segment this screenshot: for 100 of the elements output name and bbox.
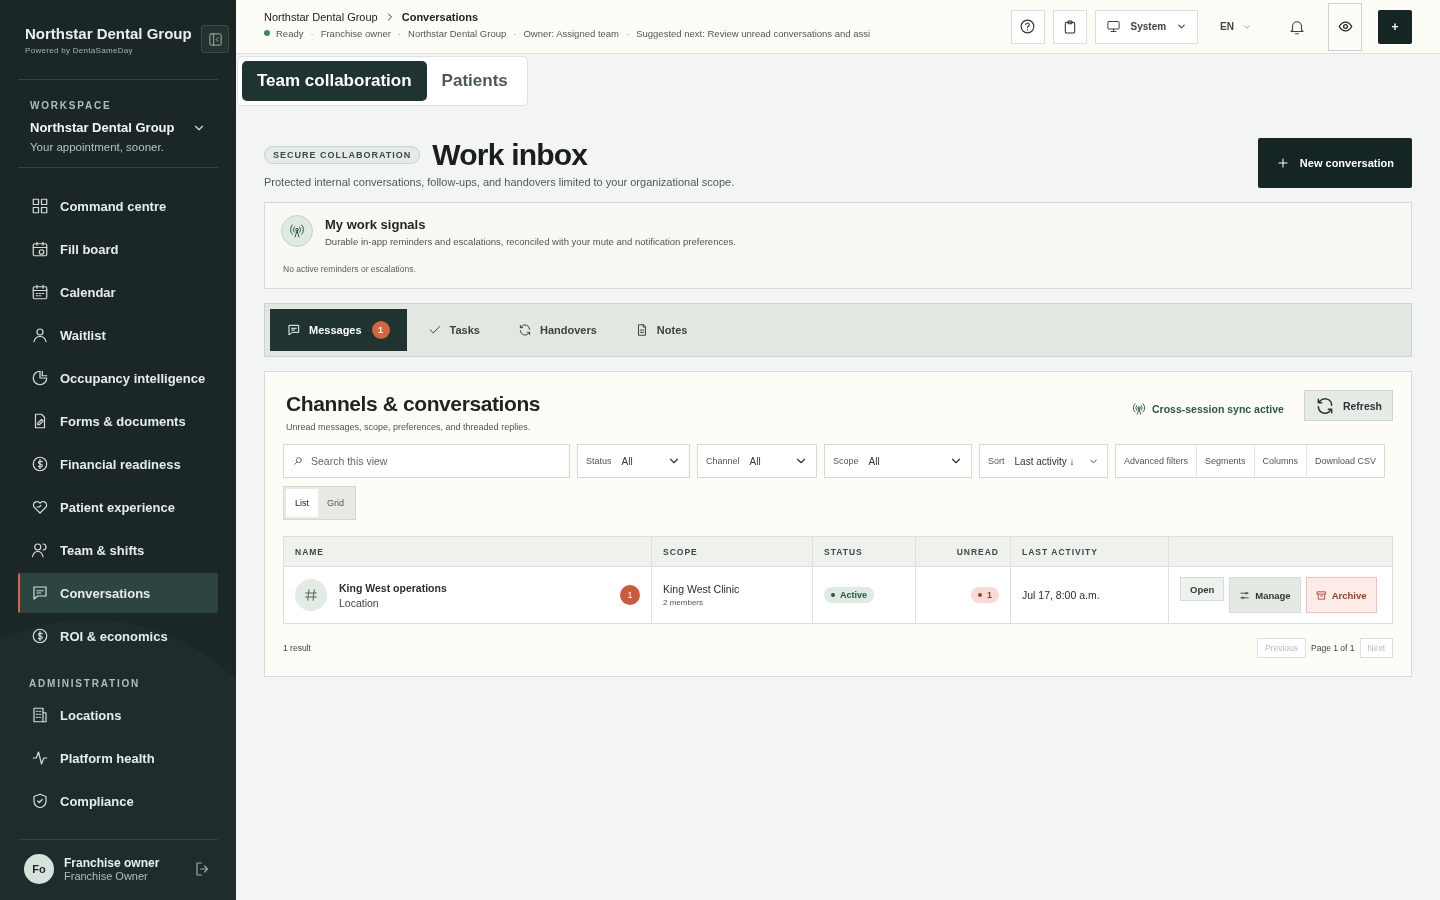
user-role: Franchise Owner [64,870,149,882]
clipboard-button[interactable] [1052,9,1087,44]
table-cell: King West Clinic [663,583,740,595]
nav-item[interactable]: Waitlist [18,315,218,355]
toolbar-button[interactable]: Download CSV [1307,445,1385,477]
column-header: LAST ACTIVITY [1022,546,1098,557]
unread-count: 1 [971,587,999,603]
separator-dot: · [397,27,402,39]
sync-status: Cross-session sync active [1132,402,1284,416]
separator-dot: · [310,27,314,39]
row-action-button[interactable]: Archive [1305,577,1377,613]
result-count: 1 result [283,643,311,653]
status-text: Suggested next: Review unread conversations and assi [636,27,871,39]
chat-icon [31,584,49,602]
antenna-icon [1132,402,1146,416]
section-label: ADMINISTRATION [29,678,142,689]
heart-icon [31,498,49,516]
collapse-sidebar-button[interactable] [201,25,229,53]
row-action-button[interactable]: Open [1180,577,1225,601]
grid-icon [31,197,49,215]
content-tab[interactable]: Handovers [500,309,614,351]
content-tab[interactable]: Messages 1 [270,309,407,351]
archive-icon [1315,589,1327,601]
content-tab[interactable]: Notes [617,309,705,351]
nav-item[interactable]: Financial readiness [18,444,218,484]
column-header: NAME [295,546,325,557]
status-badge: Active [824,587,874,603]
filter-dropdown[interactable]: Sort Last activity ↓ [979,444,1108,478]
help-button[interactable] [1010,9,1045,44]
workspace-selector[interactable]: Northstar Dental Group [30,120,218,135]
section-badge: SECURE COLLABORATION [264,146,421,164]
plus-icon [1275,156,1290,170]
calendar-icon [31,283,49,301]
add-button[interactable]: + [1378,9,1412,44]
view-toggle[interactable]: Grid [318,489,354,517]
new-conversation-button[interactable]: New conversation [1257,138,1412,188]
mode-tab[interactable]: Patients [426,61,523,101]
chevron-down-icon [1176,21,1188,32]
nav-item[interactable]: Command centre [18,186,218,226]
breadcrumb-current: Conversations [401,10,479,23]
refresh-icon [517,323,532,337]
collapse-sidebar-icon [207,31,223,47]
content-tab[interactable]: Tasks [410,309,497,351]
conversation-type: Location [339,596,380,609]
nav-item[interactable]: Patient experience [18,487,218,527]
pie-chart-icon [31,369,49,387]
dollar-icon [31,455,49,473]
page-subtitle: Protected internal conversations, follow-ups, and handovers limited to your organizational scope. [264,176,736,188]
nav-item[interactable]: Team & shifts [18,530,218,570]
row-action-button[interactable]: Manage [1229,577,1301,613]
column-header: UNREAD [956,546,999,557]
column-header: SCOPE [663,546,698,557]
powered-by-text: Powered by DentaSameDay [25,46,134,55]
nav-item[interactable]: Conversations [18,573,218,613]
column-header: STATUS [824,546,863,557]
nav-item[interactable]: Fill board [18,229,218,269]
eye-icon [1337,19,1353,34]
separator-dot: · [513,27,517,39]
toolbar-button[interactable]: Advanced filters [1116,445,1198,477]
mode-tab[interactable]: Team collaboration [242,61,427,101]
workspace-tagline: Your appointment, sooner. [30,141,165,153]
empty-state-text: No active reminders or escalations. [283,264,417,274]
nav-item[interactable]: Locations [18,695,218,735]
panel-subtitle: Unread messages, scope, preferences, and threaded replies. [286,422,532,432]
preview-button[interactable] [1328,2,1362,51]
building-icon [31,706,49,724]
nav-item[interactable]: Calendar [18,272,218,312]
filter-dropdown[interactable]: Scope All [824,444,972,478]
toolbar-button[interactable]: Segments [1197,445,1255,477]
checkmark-icon [427,323,442,337]
view-toggle[interactable]: List [286,489,318,517]
separator-dot: · [626,27,630,39]
language-selector[interactable]: EN [1206,21,1266,32]
calendar-clock-icon [31,240,49,258]
chat-icon [287,323,301,337]
conversation-name[interactable]: King West operations [339,581,447,594]
breadcrumb-link[interactable]: Northstar Dental Group [264,10,378,23]
hash-icon [303,587,319,603]
dollar-icon [31,627,49,645]
toolbar-button[interactable]: Columns [1254,445,1308,477]
theme-selector[interactable]: System [1094,9,1199,44]
refresh-button[interactable]: Refresh [1303,390,1393,421]
filter-dropdown[interactable]: Channel All [697,444,817,478]
nav-item[interactable]: Forms & documents [18,401,218,441]
search-field[interactable]: Search this view [283,444,570,478]
brand-name: Northstar Dental Group [25,25,192,42]
status-dot [264,30,270,36]
filter-dropdown[interactable]: Status All [577,444,690,478]
shield-icon [31,792,49,810]
nav-item[interactable]: Compliance [18,781,218,821]
nav-item[interactable]: Platform health [18,738,218,778]
nav-item[interactable]: Occupancy intelligence [18,358,218,398]
table-cell: Jul 17, 8:00 a.m. [1022,589,1100,601]
page-indicator: Page 1 of 1 [1311,643,1355,653]
nav-item[interactable]: ROI & economics [18,616,218,656]
help-icon [1019,18,1036,35]
card-title: My work signals [325,217,427,232]
antenna-icon [289,223,305,239]
person-icon [31,326,49,344]
section-label: WORKSPACE [30,100,113,111]
